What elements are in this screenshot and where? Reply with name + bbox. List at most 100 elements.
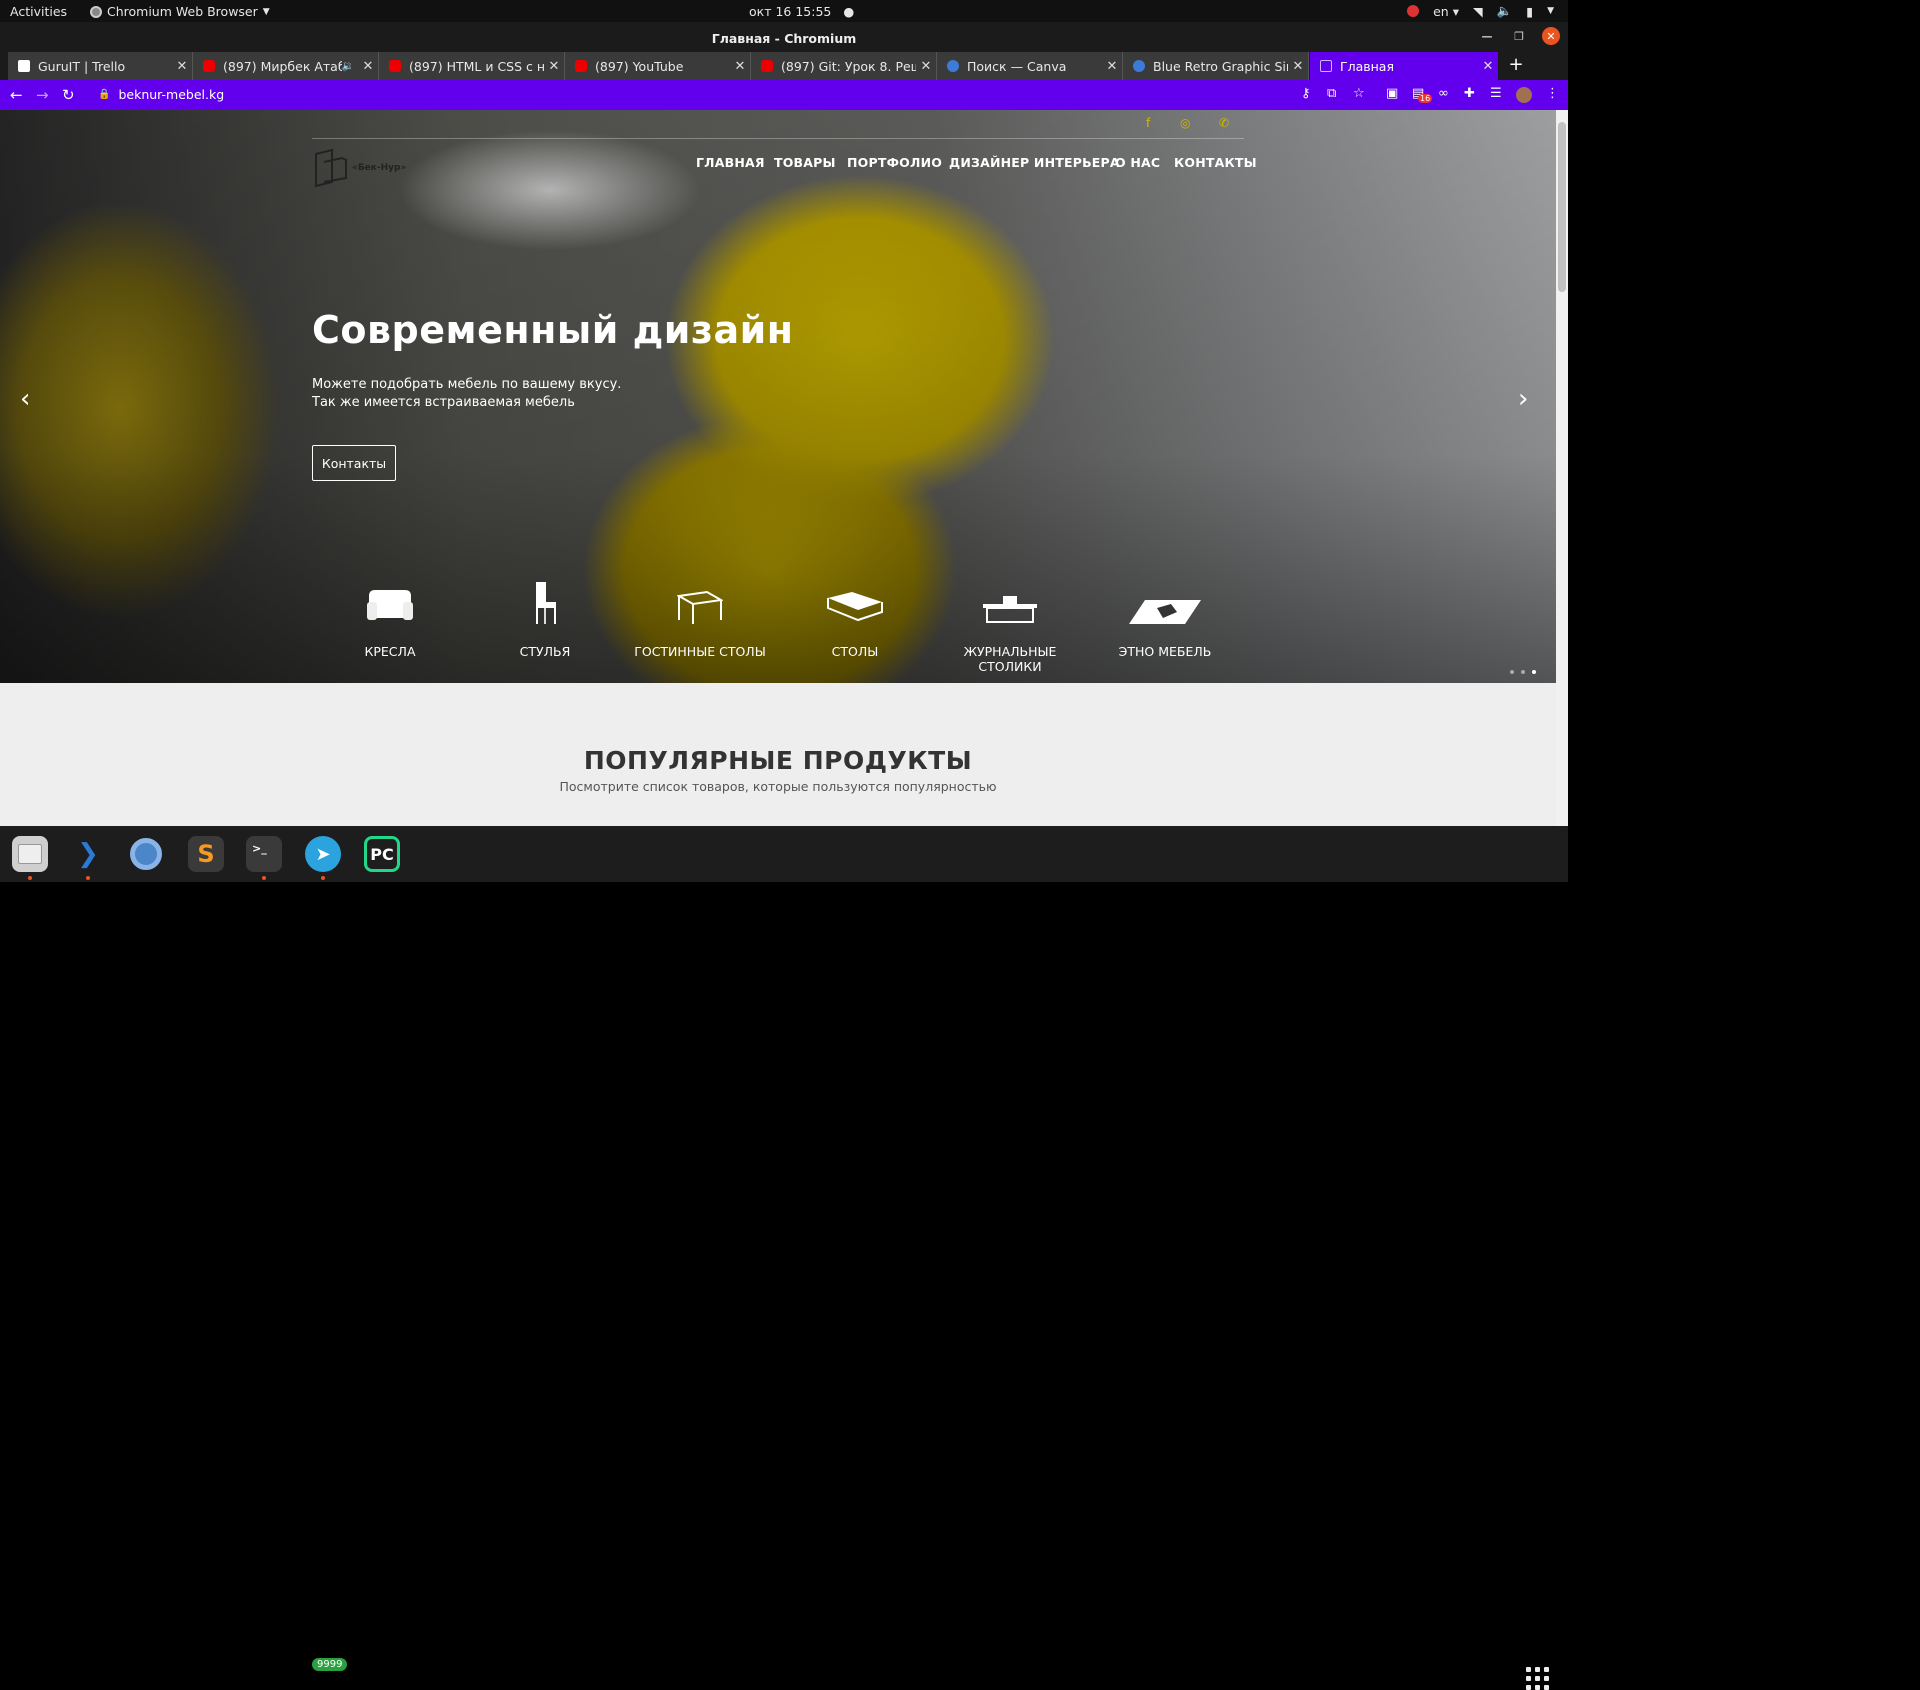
tab-trello[interactable]: GuruIT | Trello ✕	[8, 52, 193, 80]
tab-youtube-4[interactable]: (897) Git: Урок 8. Решение ✕	[751, 52, 937, 80]
tab-label: (897) Git: Урок 8. Решение	[781, 58, 916, 74]
reload-icon[interactable]: ↻	[62, 86, 75, 104]
tab-canva-design[interactable]: Blue Retro Graphic Simple ✕	[1123, 52, 1309, 80]
instagram-icon[interactable]: ◎	[1180, 116, 1190, 130]
pycharm-icon[interactable]: PC	[364, 836, 400, 872]
slider-prev-icon[interactable]: ‹	[20, 384, 30, 414]
slider-dot[interactable]	[1521, 670, 1525, 674]
slider-dots	[1510, 670, 1536, 674]
nav-home[interactable]: ГЛАВНАЯ	[696, 155, 765, 170]
language-indicator[interactable]: en ▾	[1433, 4, 1459, 19]
clock-label: окт 16 15:55	[749, 4, 832, 19]
category-label: СТУЛЬЯ	[519, 644, 571, 659]
category-ethno-furniture[interactable]: ЭТНО МЕБЕЛЬ	[1090, 580, 1240, 659]
popular-products-title: ПОПУЛЯРНЫЕ ПРОДУКТЫ	[583, 746, 973, 775]
close-tab-icon[interactable]: ✕	[1288, 59, 1308, 74]
lock-icon[interactable]: 🔒	[98, 89, 110, 100]
infinity-extension-icon[interactable]: ∞	[1438, 86, 1449, 101]
coffee-table-icon	[935, 580, 1085, 626]
page-scrollbar[interactable]	[1556, 110, 1568, 826]
address-bar[interactable]: 🔒 beknur-mebel.kg	[98, 87, 224, 102]
audio-playing-icon[interactable]: 🔉	[342, 61, 354, 72]
close-tab-icon[interactable]: ✕	[544, 59, 564, 74]
back-icon[interactable]: ←	[10, 86, 23, 104]
category-armchairs[interactable]: КРЕСЛА	[315, 580, 465, 659]
slider-dot-active[interactable]	[1532, 670, 1536, 674]
category-chairs[interactable]: СТУЛЬЯ	[470, 580, 620, 659]
category-label: ЖУРНАЛЬНЫЕ СТОЛИКИ	[963, 644, 1057, 674]
wifi-icon[interactable]: ◥	[1473, 4, 1483, 19]
vscode-icon[interactable]: ❯	[70, 836, 106, 872]
tab-youtube-2[interactable]: (897) HTML и CSS с нуля ✕	[379, 52, 565, 80]
translate-extension-icon[interactable]: ▣	[1386, 86, 1398, 101]
close-tab-icon[interactable]: ✕	[1102, 59, 1122, 74]
system-tray[interactable]: en ▾ ◥ 🔈 ▮ ▼	[1407, 3, 1554, 19]
new-tab-button[interactable]: +	[1504, 54, 1528, 78]
password-key-icon[interactable]: ⚷	[1301, 86, 1311, 101]
close-tab-icon[interactable]: ✕	[730, 59, 750, 74]
tab-youtube-3[interactable]: (897) YouTube ✕	[565, 52, 751, 80]
tab-label: Blue Retro Graphic Simple	[1153, 58, 1288, 74]
running-indicator	[86, 876, 90, 880]
window-controls: — ❐ ✕	[1478, 27, 1560, 45]
scrollbar-thumb[interactable]	[1558, 122, 1566, 292]
system-menu-caret-icon[interactable]: ▼	[1547, 6, 1554, 16]
bookmark-star-icon[interactable]: ☆	[1353, 86, 1365, 101]
minimize-button[interactable]: —	[1478, 27, 1496, 45]
url-text: beknur-mebel.kg	[118, 87, 225, 102]
nav-products[interactable]: ТОВАРЫ	[774, 155, 836, 170]
extensions-puzzle-icon[interactable]: ✚	[1464, 86, 1475, 101]
files-icon[interactable]	[12, 836, 48, 872]
close-tab-icon[interactable]: ✕	[358, 59, 378, 74]
volume-icon[interactable]: 🔈	[1497, 3, 1513, 19]
site-logo[interactable]: «Бек-Нур»	[312, 148, 406, 188]
tab-canva-search[interactable]: Поиск — Canva ✕	[937, 52, 1123, 80]
category-tables[interactable]: СТОЛЫ	[780, 580, 930, 659]
profile-avatar[interactable]	[1516, 87, 1532, 103]
chrome-remote-icon[interactable]	[1407, 5, 1420, 17]
extension-badge-icon[interactable]: ▤ 16	[1412, 86, 1433, 103]
category-label: ЭТНО МЕБЕЛЬ	[1118, 644, 1212, 659]
translate-icon[interactable]: ⧉	[1327, 86, 1336, 101]
whatsapp-icon[interactable]: ✆	[1219, 116, 1229, 130]
nav-about[interactable]: О НАС	[1115, 155, 1160, 170]
dock: ❯ S >_ ➤ 9999 PC	[0, 826, 1568, 1690]
sublime-text-icon[interactable]: S	[188, 836, 224, 872]
activities-button[interactable]: Activities	[10, 4, 67, 19]
tab-label: GuruIT | Trello	[38, 58, 126, 74]
clock[interactable]: окт 16 15:55 ●	[749, 4, 854, 19]
extension-badge-count: 16	[1418, 94, 1433, 103]
logo-mark-icon	[315, 148, 347, 188]
language-label: en	[1433, 3, 1449, 19]
app-menu[interactable]: Chromium Web Browser ▼	[90, 4, 270, 19]
terminal-icon[interactable]: >_	[246, 836, 282, 872]
slider-dot[interactable]	[1510, 670, 1514, 674]
battery-icon[interactable]: ▮	[1526, 4, 1533, 19]
forward-icon[interactable]: →	[36, 86, 49, 104]
chromium-dock-icon[interactable]	[128, 836, 164, 872]
nav-interior-designer[interactable]: ДИЗАЙНЕР ИНТЕРЬЕРА	[949, 155, 1120, 170]
close-tab-icon[interactable]: ✕	[1478, 59, 1498, 74]
more-menu-icon[interactable]: ⋮	[1546, 86, 1559, 101]
tab-youtube-1[interactable]: (897) Мирбек Атабеков 🔉 ✕	[193, 52, 379, 80]
restore-button[interactable]: ❐	[1510, 27, 1528, 45]
category-living-tables[interactable]: ГОСТИННЫЕ СТОЛЫ	[625, 580, 775, 659]
close-tab-icon[interactable]: ✕	[172, 59, 192, 74]
close-tab-icon[interactable]: ✕	[916, 59, 936, 74]
caret-down-icon: ▼	[262, 6, 270, 17]
tab-label: (897) Мирбек Атабеков	[223, 58, 342, 74]
reading-list-icon[interactable]: ☰	[1490, 86, 1502, 101]
facebook-icon[interactable]: f	[1146, 116, 1150, 130]
contacts-button[interactable]: Контакты	[312, 445, 396, 481]
tab-main-active[interactable]: Главная ✕	[1310, 52, 1498, 80]
show-applications-icon[interactable]	[1526, 1667, 1549, 1690]
close-window-button[interactable]: ✕	[1542, 27, 1560, 45]
category-coffee-tables[interactable]: ЖУРНАЛЬНЫЕ СТОЛИКИ	[935, 580, 1085, 674]
telegram-icon[interactable]: ➤	[305, 836, 341, 872]
nav-contacts[interactable]: КОНТАКТЫ	[1174, 155, 1257, 170]
chair-icon	[470, 580, 620, 626]
nav-portfolio[interactable]: ПОРТФОЛИО	[847, 155, 942, 170]
slider-next-icon[interactable]: ›	[1518, 384, 1528, 414]
hero-title: Современный дизайн	[312, 308, 794, 352]
tab-strip: GuruIT | Trello ✕ (897) Мирбек Атабеков …	[0, 52, 1568, 80]
